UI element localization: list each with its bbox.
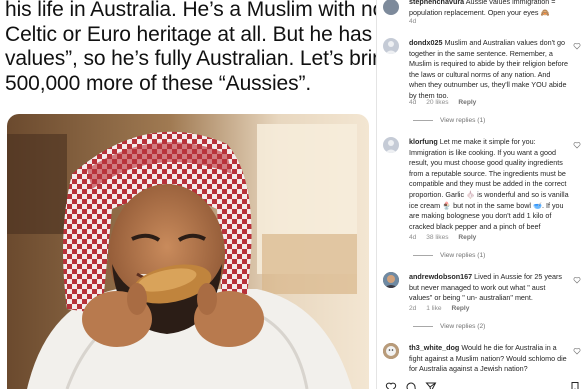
caption-line: Celtic or Euro heritage at all. But he h… — [5, 22, 376, 46]
comment-time: 4d — [409, 18, 417, 25]
view-replies-button[interactable]: View replies (1) — [413, 252, 485, 259]
user-photo-avatar — [383, 343, 399, 359]
avatar[interactable] — [383, 272, 399, 288]
heart-icon[interactable] — [573, 347, 581, 355]
comment-username[interactable]: dondx025 — [409, 38, 443, 47]
man-eating-image — [7, 114, 369, 389]
avatar[interactable] — [383, 0, 399, 15]
comment-text: th3_white_dog Would he die for Australia… — [409, 343, 569, 375]
heart-icon[interactable] — [573, 276, 581, 284]
bookmark-icon[interactable] — [569, 381, 581, 389]
comments-panel[interactable]: stephenchavura Aussie values immigration… — [377, 0, 584, 389]
comment-text: andrewdobson167 Lived in Aussie for 25 y… — [409, 272, 569, 304]
comment-text: stephenchavura Aussie values immigration… — [409, 0, 569, 18]
comment-body: Let me make it simple for you: Immigrati… — [409, 137, 569, 231]
share-icon[interactable] — [425, 381, 437, 389]
comment-username[interactable]: stephenchavura — [409, 0, 464, 6]
divider-line — [413, 325, 433, 327]
view-replies-button[interactable]: View replies (1) — [413, 117, 485, 124]
heart-icon[interactable] — [573, 42, 581, 50]
view-replies-label: View replies (2) — [440, 323, 486, 330]
caption-line: 500,000 more of these “Aussies”. — [5, 71, 312, 95]
comment-time: 4d — [409, 99, 417, 106]
comment-time: 2d — [409, 305, 417, 312]
comment-username[interactable]: andrewdobson167 — [409, 272, 472, 281]
divider-line — [413, 119, 433, 121]
view-replies-button[interactable]: View replies (2) — [413, 323, 485, 330]
heart-icon[interactable] — [573, 141, 581, 149]
post-caption: his life in Australia. He’s a Muslim wit… — [5, 0, 376, 96]
comment-likes[interactable]: 1 like — [426, 305, 441, 312]
user-photo-avatar — [383, 272, 399, 288]
reply-button[interactable]: Reply — [451, 305, 469, 312]
reply-button[interactable]: Reply — [458, 234, 476, 241]
view-replies-label: View replies (1) — [440, 252, 486, 259]
default-avatar-icon — [385, 140, 397, 153]
post-panel: his life in Australia. He’s a Muslim wit… — [0, 0, 376, 389]
comment-text: dondx025 Muslim and Australian values do… — [409, 38, 569, 102]
comment-meta: 4d 20 likes Reply — [409, 99, 484, 106]
action-bar — [383, 381, 583, 389]
comment-icon[interactable] — [405, 381, 417, 389]
avatar[interactable] — [383, 38, 399, 54]
comment-likes[interactable]: 20 likes — [426, 99, 448, 106]
heart-icon[interactable] — [385, 381, 397, 389]
avatar[interactable] — [383, 137, 399, 153]
default-avatar-icon — [385, 41, 397, 54]
comment-meta: 4d 38 likes Reply — [409, 234, 484, 241]
comment-text: klorfung Let me make it simple for you: … — [409, 137, 569, 232]
comment-body: Muslim and Australian values don't go to… — [409, 38, 569, 100]
comment-likes[interactable]: 38 likes — [426, 234, 448, 241]
comment-username[interactable]: th3_white_dog — [409, 343, 459, 352]
reply-button[interactable]: Reply — [458, 99, 476, 106]
avatar[interactable] — [383, 343, 399, 359]
comment-time: 4d — [409, 234, 417, 241]
divider-line — [413, 254, 433, 256]
comment-meta: 4d — [409, 18, 424, 25]
post-image[interactable] — [7, 114, 369, 389]
comment-meta: 2d 1 like Reply — [409, 305, 477, 312]
caption-line: values”, so he’s fully Australian. Let’s… — [5, 47, 376, 70]
view-replies-label: View replies (1) — [440, 117, 486, 124]
comment-username[interactable]: klorfung — [409, 137, 438, 146]
caption-line: his life in Australia. He’s a Muslim wit… — [5, 0, 376, 21]
